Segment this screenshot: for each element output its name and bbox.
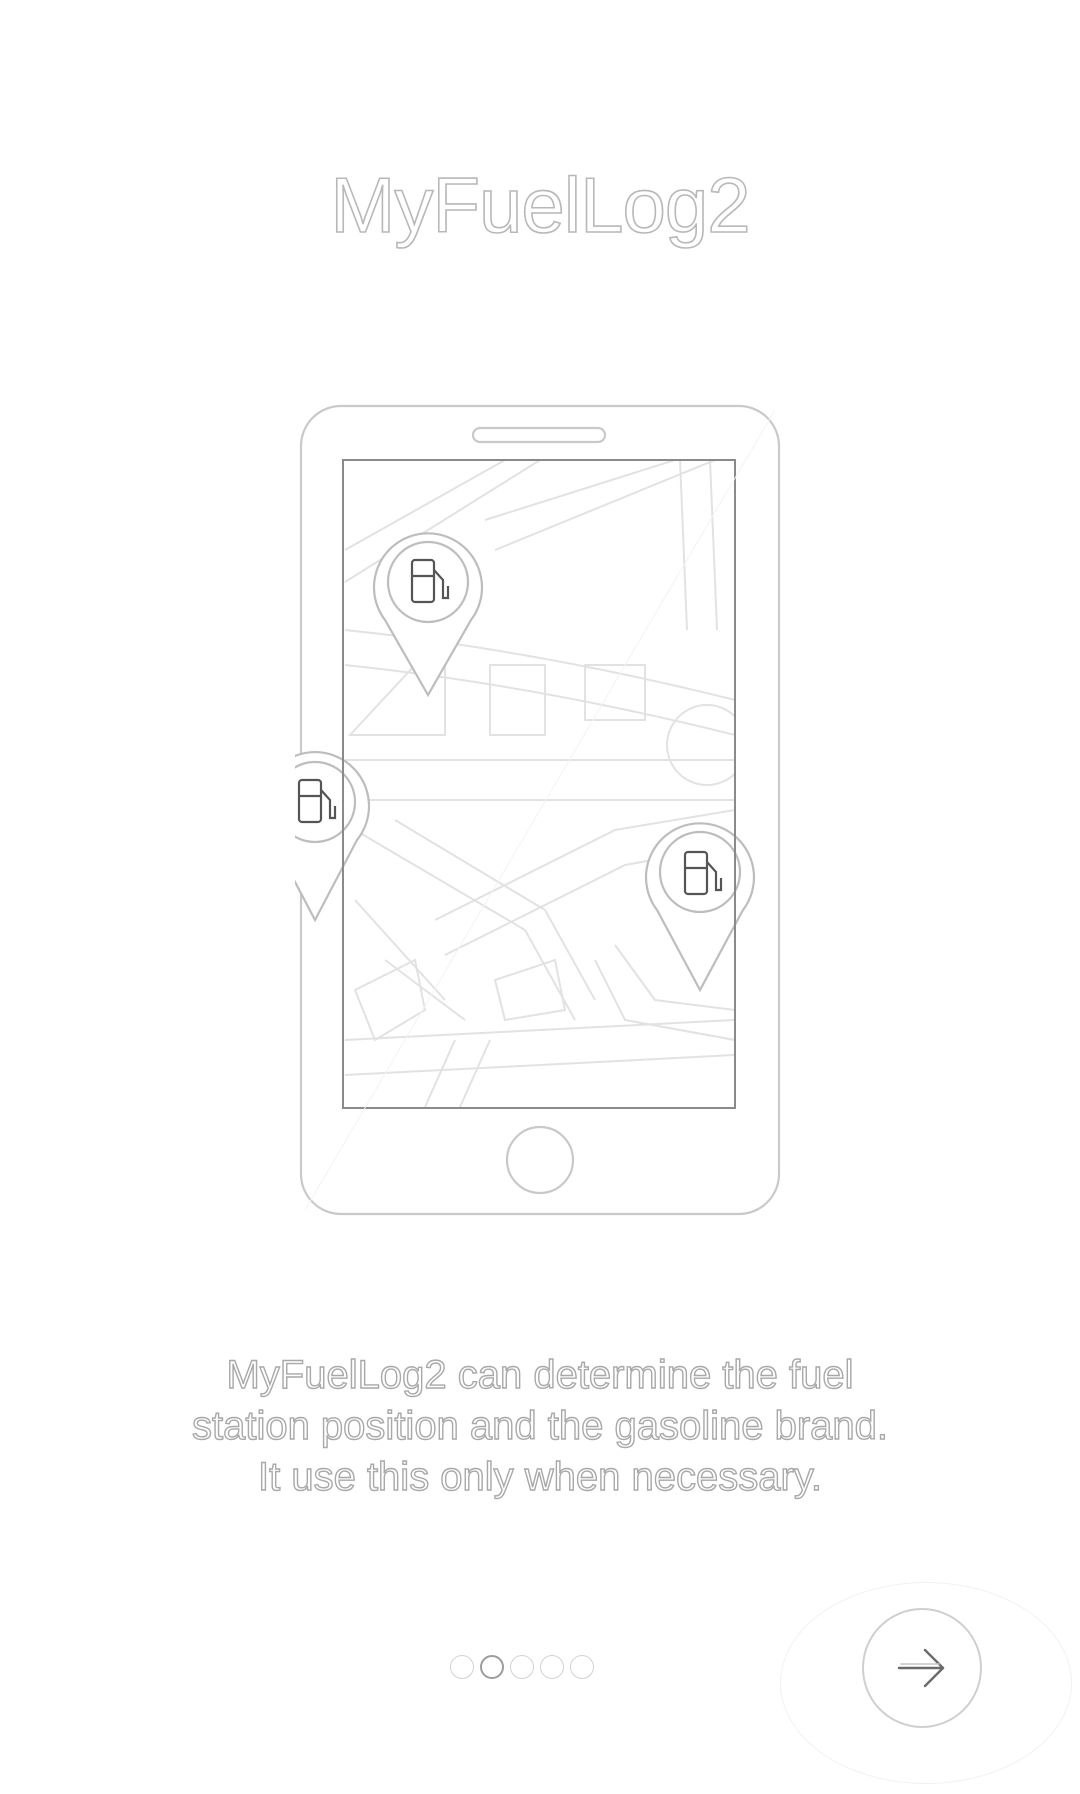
fuel-station-pin-2 — [295, 750, 371, 923]
phone-map-illustration — [295, 400, 785, 1220]
intro-description: MyFuelLog2 can determine the fuel statio… — [0, 1350, 1080, 1503]
description-line-2: station position and the gasoline brand. — [191, 1403, 889, 1448]
phone-home-button-icon — [505, 1125, 575, 1195]
description-line-1: MyFuelLog2 can determine the fuel — [226, 1352, 854, 1397]
page-dot-2-active[interactable] — [480, 1655, 504, 1679]
page-dot-1[interactable] — [450, 1655, 474, 1679]
fuel-station-pin-3 — [644, 822, 756, 993]
arrow-right-icon — [897, 1648, 945, 1688]
page-dot-3[interactable] — [510, 1655, 534, 1679]
page-dot-4[interactable] — [540, 1655, 564, 1679]
page-indicator — [450, 1652, 630, 1682]
app-title: MyFuelLog2 — [330, 160, 752, 250]
next-button[interactable] — [862, 1608, 982, 1728]
page-dot-5[interactable] — [570, 1655, 594, 1679]
phone-speaker — [471, 426, 607, 444]
description-line-3: It use this only when necessary. — [257, 1454, 822, 1499]
